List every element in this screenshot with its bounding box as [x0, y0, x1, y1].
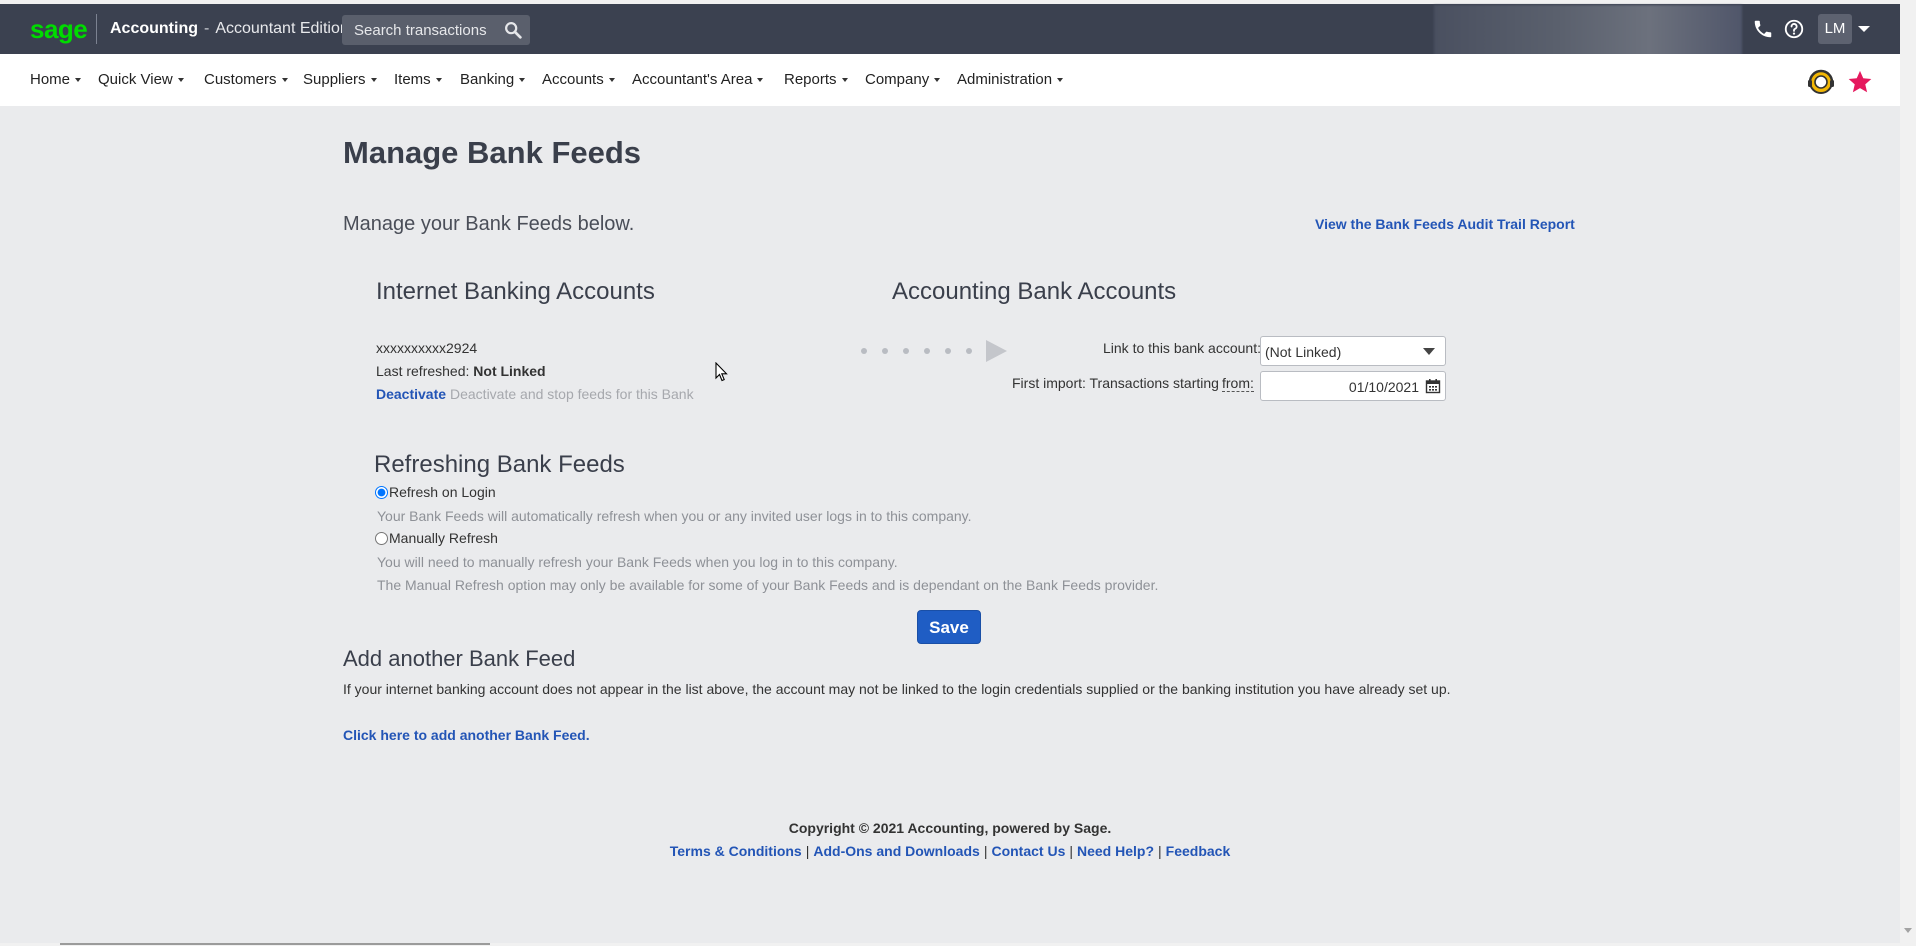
sage-logo[interactable]: sage — [30, 14, 88, 45]
last-refreshed: Last refreshed: Not Linked — [376, 363, 546, 379]
from-date-value[interactable]: 01/10/2021 — [1349, 379, 1419, 395]
first-import-label: First import: Transactions starting — [1012, 375, 1219, 391]
footer-divider: | — [805, 843, 810, 859]
footer-links: Terms & Conditions | Add-Ons and Downloads… — [0, 843, 1900, 859]
link-account-label: Link to this bank account: — [1103, 340, 1261, 356]
app-title: Accounting - Accountant Edition — [110, 20, 349, 38]
footer-help-link[interactable]: Need Help? — [1077, 843, 1154, 859]
refresh-on-login-label[interactable]: Refresh on Login — [389, 484, 496, 500]
mouse-cursor-icon — [715, 362, 728, 382]
user-avatar[interactable]: LM — [1818, 14, 1852, 44]
app-name: Accounting — [110, 20, 198, 37]
footer-terms-link[interactable]: Terms & Conditions — [670, 843, 802, 859]
last-refreshed-value: Not Linked — [473, 363, 546, 379]
footer-copyright: Copyright © 2021 Accounting, powered by … — [788, 820, 1112, 836]
top-header-bar: sage Accounting - Accountant Edition Searc… — [0, 4, 1900, 61]
nav-home[interactable]: Home — [30, 71, 81, 88]
save-button[interactable]: Save — [917, 610, 981, 644]
manual-refresh-note: The Manual Refresh option may only be av… — [377, 577, 1159, 593]
chevron-down-icon[interactable] — [1423, 348, 1435, 355]
accounting-banking-heading: Accounting Bank Accounts — [892, 278, 1177, 305]
manual-refresh-radio[interactable] — [375, 532, 388, 545]
phone-icon[interactable] — [1752, 18, 1774, 40]
search-placeholder[interactable]: Search transactions — [354, 22, 487, 39]
refresh-on-login-option[interactable]: Refresh on Login — [375, 484, 496, 500]
scroll-thumb[interactable] — [60, 943, 490, 945]
manual-refresh-option[interactable]: Manually Refresh — [375, 530, 498, 546]
nav-company[interactable]: Company — [865, 71, 940, 88]
logo-divider — [96, 14, 97, 44]
footer-divider: | — [983, 843, 988, 859]
refresh-on-login-radio[interactable] — [375, 486, 388, 499]
link-account-value[interactable]: (Not Linked) — [1265, 344, 1341, 360]
footer-feedback-link[interactable]: Feedback — [1166, 843, 1231, 859]
vertical-scrollbar[interactable] — [1900, 0, 1916, 946]
last-refreshed-label: Last refreshed: — [376, 363, 470, 379]
app-edition: Accountant Edition — [215, 20, 349, 37]
internet-banking-heading: Internet Banking Accounts — [376, 278, 655, 305]
support-badge-icon[interactable] — [1806, 69, 1836, 95]
add-bank-feed-info: If your internet banking account does no… — [343, 681, 1451, 697]
manual-refresh-label[interactable]: Manually Refresh — [389, 530, 498, 546]
nav-suppliers[interactable]: Suppliers — [303, 71, 377, 88]
nav-quick-view[interactable]: Quick View — [98, 71, 184, 88]
from-date-input[interactable]: 01/10/2021 — [1260, 371, 1446, 401]
deactivate-description: Deactivate and stop feeds for this Bank — [450, 386, 694, 402]
link-arrow-connector — [861, 340, 1007, 362]
footer-divider: | — [1158, 843, 1162, 859]
nav-banking[interactable]: Banking — [460, 71, 525, 88]
manual-refresh-help: You will need to manually refresh your B… — [377, 554, 898, 570]
refresh-on-login-help: Your Bank Feeds will automatically refre… — [377, 508, 972, 524]
search-transactions-box[interactable]: Search transactions — [342, 15, 530, 45]
link-account-select[interactable]: (Not Linked) — [1260, 336, 1446, 366]
add-bank-feed-link[interactable]: Click here to add another Bank Feed. — [343, 727, 590, 743]
search-icon[interactable] — [502, 19, 524, 41]
main-nav: Home Quick View Customers Suppliers Item… — [0, 54, 1900, 106]
page-title: Manage Bank Feeds — [343, 135, 642, 170]
nav-administration[interactable]: Administration — [957, 71, 1063, 88]
from-label: from: — [1222, 375, 1254, 392]
nav-accountants-area[interactable]: Accountant's Area — [632, 71, 763, 88]
nav-accounts[interactable]: Accounts — [542, 71, 615, 88]
nav-items[interactable]: Items — [394, 71, 442, 88]
page-subtitle: Manage your Bank Feeds below. — [343, 213, 635, 235]
add-bank-feed-heading: Add another Bank Feed — [343, 646, 576, 671]
deactivate-link[interactable]: Deactivate — [376, 386, 446, 402]
help-circle-icon[interactable] — [1783, 18, 1805, 40]
redacted-area — [1434, 5, 1742, 61]
nav-customers[interactable]: Customers — [204, 71, 288, 88]
calendar-icon[interactable] — [1425, 378, 1441, 394]
star-icon[interactable] — [1846, 68, 1874, 96]
user-menu-chevron-down-icon[interactable] — [1858, 26, 1870, 32]
scroll-down-icon[interactable] — [1904, 928, 1912, 933]
bank-account-number: xxxxxxxxxx2924 — [376, 340, 478, 356]
refreshing-heading: Refreshing Bank Feeds — [374, 451, 625, 478]
footer-contact-link[interactable]: Contact Us — [991, 843, 1065, 859]
nav-reports[interactable]: Reports — [784, 71, 848, 88]
audit-trail-report-link[interactable]: View the Bank Feeds Audit Trail Report — [1315, 216, 1575, 232]
footer-divider: | — [1069, 843, 1073, 859]
footer-addons-link[interactable]: Add-Ons and Downloads — [813, 843, 979, 859]
app-title-separator: - — [204, 20, 210, 37]
